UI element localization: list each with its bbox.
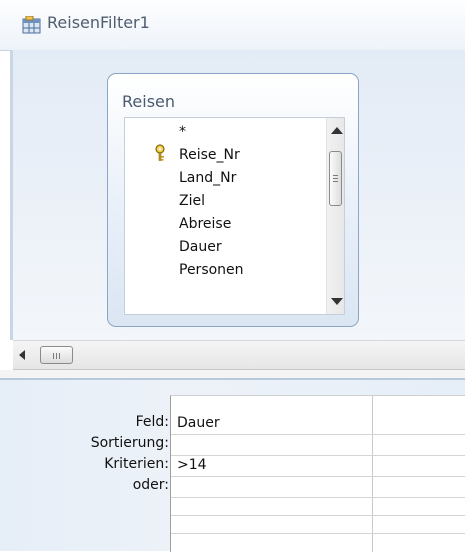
- field-item-reise-nr[interactable]: Reise_Nr: [179, 144, 240, 167]
- table-field-list-reisen[interactable]: Reisen * Reise_Nr Land_Nr Ziel Abreise D…: [107, 73, 359, 327]
- pane-splitter[interactable]: [0, 370, 465, 380]
- horizontal-scrollbar-thumb[interactable]: [40, 346, 73, 364]
- field-item-all[interactable]: *: [179, 121, 186, 144]
- row-label-sort: Sortierung:: [90, 435, 169, 451]
- cell-criteria-1[interactable]: >14: [177, 456, 207, 474]
- primary-key-icon: [155, 144, 165, 161]
- field-item-land-nr[interactable]: Land_Nr: [179, 167, 236, 190]
- cell-field-1[interactable]: Dauer: [177, 414, 220, 432]
- row-label-criteria: Kriterien:: [104, 456, 169, 472]
- horizontal-scrollbar[interactable]: [13, 340, 465, 370]
- query-design-icon: [22, 16, 41, 34]
- scroll-up-icon[interactable]: [331, 127, 343, 134]
- field-item-personen[interactable]: Personen: [179, 259, 244, 282]
- row-label-or: oder:: [132, 477, 169, 493]
- field-list[interactable]: * Reise_Nr Land_Nr Ziel Abreise Dauer Pe…: [124, 117, 345, 315]
- scrollbar-thumb[interactable]: [329, 151, 342, 206]
- table-title: Reisen: [122, 92, 176, 111]
- field-item-abreise[interactable]: Abreise: [179, 213, 231, 236]
- grid-cells: Dauer >14: [170, 395, 465, 552]
- scroll-left-icon[interactable]: [19, 350, 25, 360]
- document-title: ReisenFilter1: [47, 13, 150, 32]
- document-tab[interactable]: ReisenFilter1: [0, 0, 465, 51]
- scroll-down-icon[interactable]: [331, 298, 343, 305]
- field-item-ziel[interactable]: Ziel: [179, 190, 205, 213]
- row-label-field: Feld:: [135, 414, 169, 430]
- field-item-dauer[interactable]: Dauer: [179, 236, 222, 259]
- field-list-scrollbar[interactable]: [326, 118, 344, 314]
